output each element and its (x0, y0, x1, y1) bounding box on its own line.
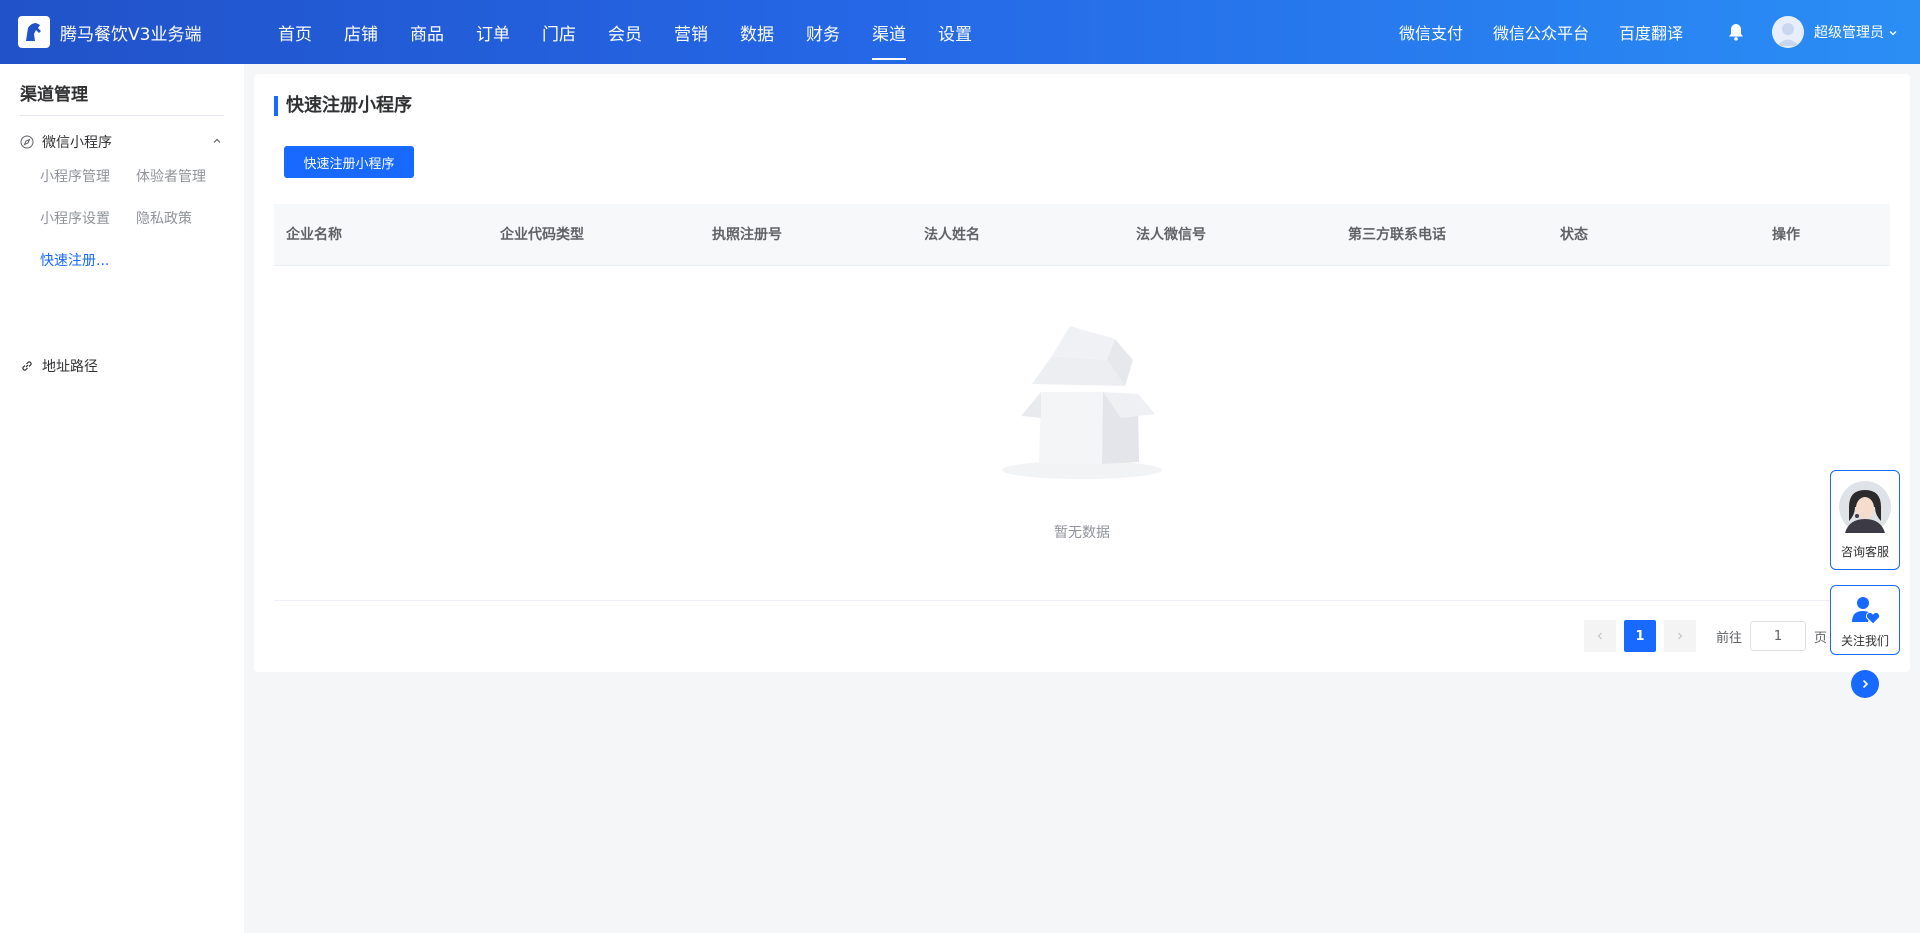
sidebar-item-quick-register[interactable]: 快速注册... (40, 250, 109, 270)
sidebar-item-miniprogram-settings[interactable]: 小程序设置 (40, 208, 110, 228)
nav-orders[interactable]: 订单 (460, 0, 526, 64)
nav-home[interactable]: 首页 (262, 0, 328, 64)
sidebar-group-wechat-miniprogram[interactable]: 微信小程序 (20, 124, 224, 160)
table-bottom-divider (274, 600, 1890, 601)
app-title: 腾马餐饮V3业务端 (60, 24, 202, 45)
link-baidu-translate[interactable]: 百度翻译 (1604, 20, 1698, 44)
sidebar-item-privacy-policy[interactable]: 隐私政策 (136, 208, 192, 228)
sidebar-title: 渠道管理 (20, 85, 88, 105)
service-avatar-icon (1839, 481, 1891, 537)
sidebar-group-label: 微信小程序 (42, 135, 112, 151)
column-header: 企业代码类型 (500, 227, 584, 243)
nav-stores[interactable]: 门店 (526, 0, 592, 64)
column-header: 状态 (1560, 227, 1588, 243)
horse-logo-icon (18, 16, 50, 48)
link-wechat-pay[interactable]: 微信支付 (1384, 20, 1478, 44)
nav-settings[interactable]: 设置 (922, 0, 988, 64)
nav-marketing[interactable]: 营销 (658, 0, 724, 64)
column-header: 法人微信号 (1136, 227, 1206, 243)
header-right: 微信支付 微信公众平台 百度翻译 超级管理员 (1384, 0, 1920, 64)
user-avatar-icon (1772, 16, 1804, 48)
nav-members[interactable]: 会员 (592, 0, 658, 64)
sidebar-item-miniprogram-manage[interactable]: 小程序管理 (40, 166, 110, 186)
user-menu[interactable]: 超级管理员 (1772, 16, 1898, 48)
user-heart-icon (1849, 594, 1881, 630)
column-header: 第三方联系电话 (1348, 227, 1446, 243)
empty-text: 暂无数据 (1054, 525, 1110, 541)
chevron-up-icon (212, 134, 222, 150)
page-suffix-label: 页 (1814, 630, 1828, 646)
main-card: 快速注册小程序 快速注册小程序 企业名称 企业代码类型 执照注册号 法人姓名 法… (254, 74, 1910, 672)
prev-page-button[interactable] (1584, 620, 1616, 652)
link-wechat-platform[interactable]: 微信公众平台 (1478, 20, 1604, 44)
column-header: 企业名称 (286, 227, 342, 243)
follow-label: 关注我们 (1840, 634, 1889, 648)
sidebar-group-label: 地址路径 (42, 359, 98, 375)
sidebar-group-address-path[interactable]: 地址路径 (20, 348, 224, 384)
logo[interactable]: 腾马餐饮V3业务端 (0, 16, 262, 48)
nav-finance[interactable]: 财务 (790, 0, 856, 64)
chevron-right-icon[interactable] (1851, 670, 1879, 698)
sidebar: 渠道管理 微信小程序 小程序管理 体验者管理 小程序设置 隐私政策 快速注册..… (0, 64, 244, 933)
quick-register-button[interactable]: 快速注册小程序 (284, 146, 414, 178)
goto-label: 前往 (1716, 630, 1743, 646)
page-number-current[interactable]: 1 (1624, 620, 1656, 652)
bell-icon[interactable] (1728, 23, 1744, 41)
page-title: 快速注册小程序 (274, 96, 412, 116)
customer-service-widget[interactable]: 咨询客服 (1830, 470, 1900, 570)
pagination: 1 前往 页 (1584, 620, 1827, 652)
goto-page-input[interactable] (1750, 621, 1807, 651)
column-header: 法人姓名 (924, 227, 980, 243)
empty-box-icon (254, 314, 1910, 488)
compass-icon (20, 135, 34, 149)
table-header: 企业名称 企业代码类型 执照注册号 法人姓名 法人微信号 第三方联系电话 状态 … (274, 204, 1890, 266)
sidebar-item-tester-manage[interactable]: 体验者管理 (136, 166, 206, 186)
nav-shop[interactable]: 店铺 (328, 0, 394, 64)
nav-goods[interactable]: 商品 (394, 0, 460, 64)
chevron-down-icon (1888, 23, 1898, 42)
main-nav: 首页 店铺 商品 订单 门店 会员 营销 数据 财务 渠道 设置 (262, 0, 988, 64)
column-header: 操作 (1772, 227, 1800, 243)
nav-data[interactable]: 数据 (724, 0, 790, 64)
column-header: 执照注册号 (712, 227, 782, 243)
service-label: 咨询客服 (1840, 545, 1889, 559)
link-icon (20, 359, 34, 373)
nav-channels[interactable]: 渠道 (856, 0, 922, 64)
follow-us-widget[interactable]: 关注我们 (1830, 585, 1900, 655)
user-name: 超级管理员 (1814, 25, 1884, 41)
next-page-button[interactable] (1664, 620, 1696, 652)
top-header: 腾马餐饮V3业务端 首页 店铺 商品 订单 门店 会员 营销 数据 财务 渠道 … (0, 0, 1920, 64)
sidebar-divider (20, 115, 224, 116)
